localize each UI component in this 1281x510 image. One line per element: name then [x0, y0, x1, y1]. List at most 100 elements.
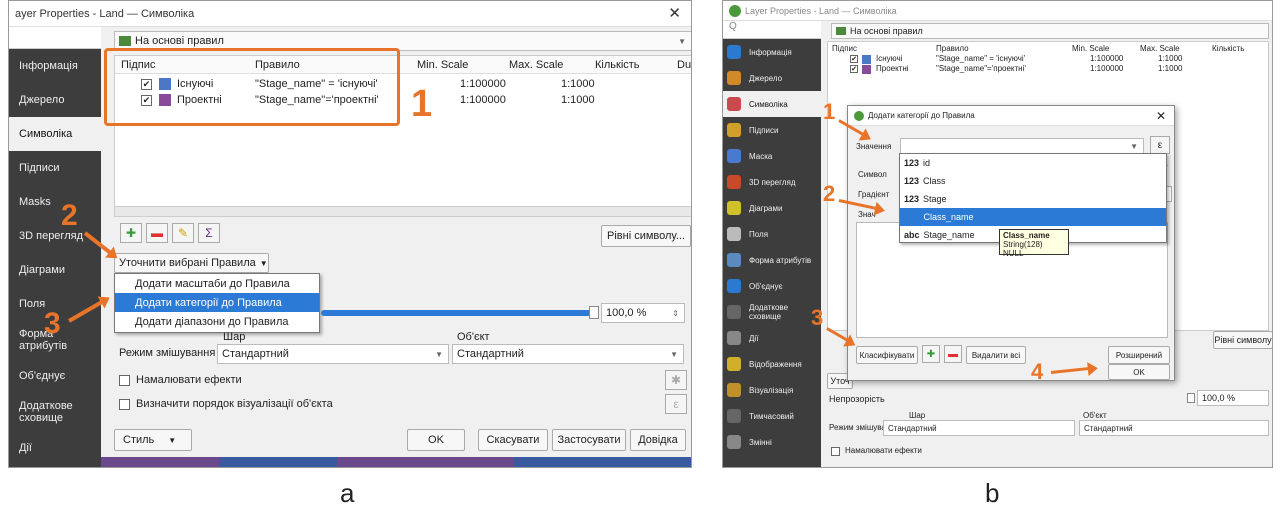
- right-renderer-combo[interactable]: На основі правил: [831, 23, 1269, 39]
- blend-layer-combo[interactable]: Стандартний ▼: [217, 344, 449, 364]
- tooltip-type: String(128) NULL: [1003, 240, 1043, 258]
- col-rule[interactable]: Правило: [936, 44, 969, 53]
- row-swatch: [862, 55, 871, 64]
- opacity-slider[interactable]: [321, 310, 591, 316]
- style-button[interactable]: Стиль ▼: [114, 429, 192, 451]
- sidebar-icon: [727, 383, 741, 397]
- menu-add-scales[interactable]: Додати масштаби до Правила: [115, 274, 319, 293]
- blend-object-combo[interactable]: Стандартний: [1079, 420, 1269, 436]
- blend-mode-label: Режим змішування: [119, 347, 216, 359]
- object-col-label: Об'єкт: [457, 331, 490, 343]
- sidebar-item[interactable]: 3D перегляд: [723, 169, 821, 195]
- sidebar-item[interactable]: Символіка: [723, 91, 821, 117]
- sidebar-item[interactable]: Символіка: [9, 117, 101, 151]
- field-name: Class_name: [923, 212, 974, 222]
- sidebar-item[interactable]: Візуалізація: [723, 377, 821, 403]
- col-max-scale[interactable]: Max. Scale: [1140, 44, 1180, 53]
- effects-checkbox[interactable]: [119, 375, 130, 386]
- symbol-levels-button[interactable]: Рівні символу: [1213, 331, 1272, 349]
- sigma-icon[interactable]: Σ: [198, 223, 220, 243]
- delete-all-button[interactable]: Видалити всі: [966, 346, 1026, 364]
- field-item[interactable]: 123 Stage: [900, 190, 1166, 208]
- sidebar-item[interactable]: Підписи: [9, 151, 101, 185]
- effects-checkbox[interactable]: [831, 447, 840, 456]
- left-search-box[interactable]: [9, 27, 101, 49]
- sidebar-item-label: Візуалізація: [749, 385, 794, 395]
- add-rule-icon[interactable]: ✚: [120, 223, 142, 243]
- left-titlebar: ayer Properties - Land — Символіка ✕: [9, 1, 691, 27]
- cancel-button[interactable]: Скасувати: [478, 429, 548, 451]
- col-min-scale[interactable]: Min. Scale: [417, 59, 468, 71]
- col-du[interactable]: Du: [677, 59, 691, 71]
- row-max: 1:1000: [1158, 54, 1183, 63]
- expression-icon[interactable]: ε: [1150, 136, 1170, 154]
- refine-rules-button[interactable]: Уточнити вибрані Правила ▼: [114, 253, 269, 273]
- blend-object-combo[interactable]: Стандартний ▼: [452, 344, 684, 364]
- row-rule: "Stage_name" = 'існуючі': [936, 54, 1026, 63]
- sidebar-item[interactable]: Дії: [723, 325, 821, 351]
- sidebar-item[interactable]: Додаткове сховище: [723, 299, 821, 325]
- col-min-scale[interactable]: Min. Scale: [1072, 44, 1109, 53]
- remove-icon[interactable]: ▬: [944, 345, 962, 363]
- add-icon[interactable]: ✚: [922, 345, 940, 363]
- sidebar-icon: [727, 331, 741, 345]
- close-icon[interactable]: ✕: [1156, 109, 1166, 123]
- classify-button[interactable]: Класифікувати: [856, 346, 918, 364]
- ok-button[interactable]: OK: [407, 429, 465, 451]
- order-checkbox[interactable]: [119, 399, 130, 410]
- sidebar-item[interactable]: Об'єднує: [723, 273, 821, 299]
- right-renderer-label: На основі правил: [850, 26, 923, 36]
- sidebar-item-label: Джерело: [749, 73, 783, 83]
- sidebar-item[interactable]: Діаграми: [9, 253, 101, 287]
- horizontal-scrollbar[interactable]: [115, 206, 691, 216]
- close-icon[interactable]: ✕: [668, 4, 681, 22]
- opacity-handle[interactable]: [1187, 393, 1195, 403]
- edit-rule-icon[interactable]: ✎: [172, 223, 194, 243]
- col-max-scale[interactable]: Max. Scale: [509, 59, 563, 71]
- row-rule: "Stage_name"='проектні': [936, 64, 1026, 73]
- remove-rule-icon[interactable]: ▬: [146, 223, 168, 243]
- sidebar-item[interactable]: Підписи: [723, 117, 821, 143]
- sidebar-item[interactable]: Дії: [9, 431, 101, 465]
- value-label: Значення: [856, 142, 892, 151]
- sidebar-item[interactable]: Тимчасовий: [723, 403, 821, 429]
- col-label[interactable]: Підпис: [832, 44, 857, 53]
- advanced-button[interactable]: Розширений: [1108, 346, 1170, 364]
- sidebar-item[interactable]: Masks: [9, 185, 101, 219]
- row-checkbox[interactable]: ✔: [850, 55, 858, 63]
- right-search-box[interactable]: Q: [723, 21, 821, 39]
- opacity-spinbox[interactable]: 100,0 %: [1197, 390, 1269, 406]
- sidebar-item[interactable]: Інформація: [9, 49, 101, 83]
- sidebar-item[interactable]: Форма атрибутів: [723, 247, 821, 273]
- order-expression-icon[interactable]: ε: [665, 394, 687, 414]
- apply-button[interactable]: Застосувати: [552, 429, 626, 451]
- sidebar-item[interactable]: Об'єднує: [9, 359, 101, 393]
- sidebar-item[interactable]: Маска: [723, 143, 821, 169]
- symbol-levels-button[interactable]: Рівні символу...: [601, 225, 691, 247]
- value-combo[interactable]: ▼: [900, 138, 1144, 154]
- help-button[interactable]: Довідка: [630, 429, 686, 451]
- menu-add-categories[interactable]: Додати категорії до Правила: [115, 293, 319, 312]
- blend-layer-value: Стандартний: [888, 423, 937, 433]
- field-item[interactable]: 123 id: [900, 154, 1166, 172]
- sidebar-icon: [727, 175, 741, 189]
- opacity-spinbox[interactable]: 100,0 % ⇕: [601, 303, 685, 323]
- opacity-handle[interactable]: [589, 306, 599, 319]
- menu-add-ranges[interactable]: Додати діапазони до Правила: [115, 312, 319, 331]
- effects-star-icon[interactable]: ✱: [665, 370, 687, 390]
- sidebar-item[interactable]: Інформація: [723, 39, 821, 65]
- row-checkbox[interactable]: ✔: [850, 65, 858, 73]
- sidebar-item[interactable]: Поля: [723, 221, 821, 247]
- sidebar-item[interactable]: Додаткове сховище: [9, 393, 101, 431]
- sidebar-item[interactable]: Діаграми: [723, 195, 821, 221]
- sidebar-item[interactable]: Змінні: [723, 429, 821, 455]
- sidebar-item[interactable]: Відображення: [723, 351, 821, 377]
- field-item[interactable]: 123 Class: [900, 172, 1166, 190]
- sidebar-item[interactable]: Джерело: [9, 83, 101, 117]
- sidebar-item[interactable]: Джерело: [723, 65, 821, 91]
- blend-layer-combo[interactable]: Стандартний: [883, 420, 1075, 436]
- col-count[interactable]: Кількість: [595, 59, 640, 71]
- field-item-selected[interactable]: abc Class_name: [900, 208, 1166, 226]
- col-count[interactable]: Кількість: [1212, 44, 1244, 53]
- dialog-ok-button[interactable]: OK: [1108, 364, 1170, 380]
